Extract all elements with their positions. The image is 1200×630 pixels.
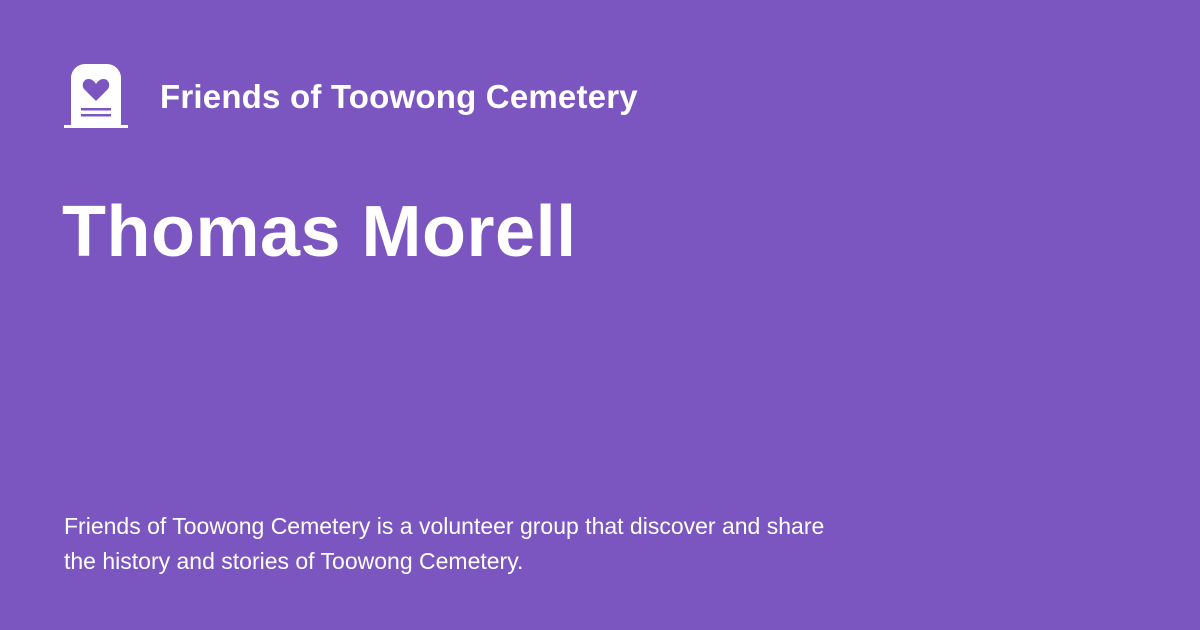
site-branding: Friends of Toowong Cemetery: [64, 64, 638, 128]
site-name: Friends of Toowong Cemetery: [160, 77, 638, 115]
social-share-card: Friends of Toowong Cemetery Thomas Morel…: [0, 0, 1200, 630]
page-title: Thomas Morell: [62, 192, 577, 272]
site-description: Friends of Toowong Cemetery is a volunte…: [64, 513, 825, 574]
headstone-heart-icon: [64, 64, 128, 128]
